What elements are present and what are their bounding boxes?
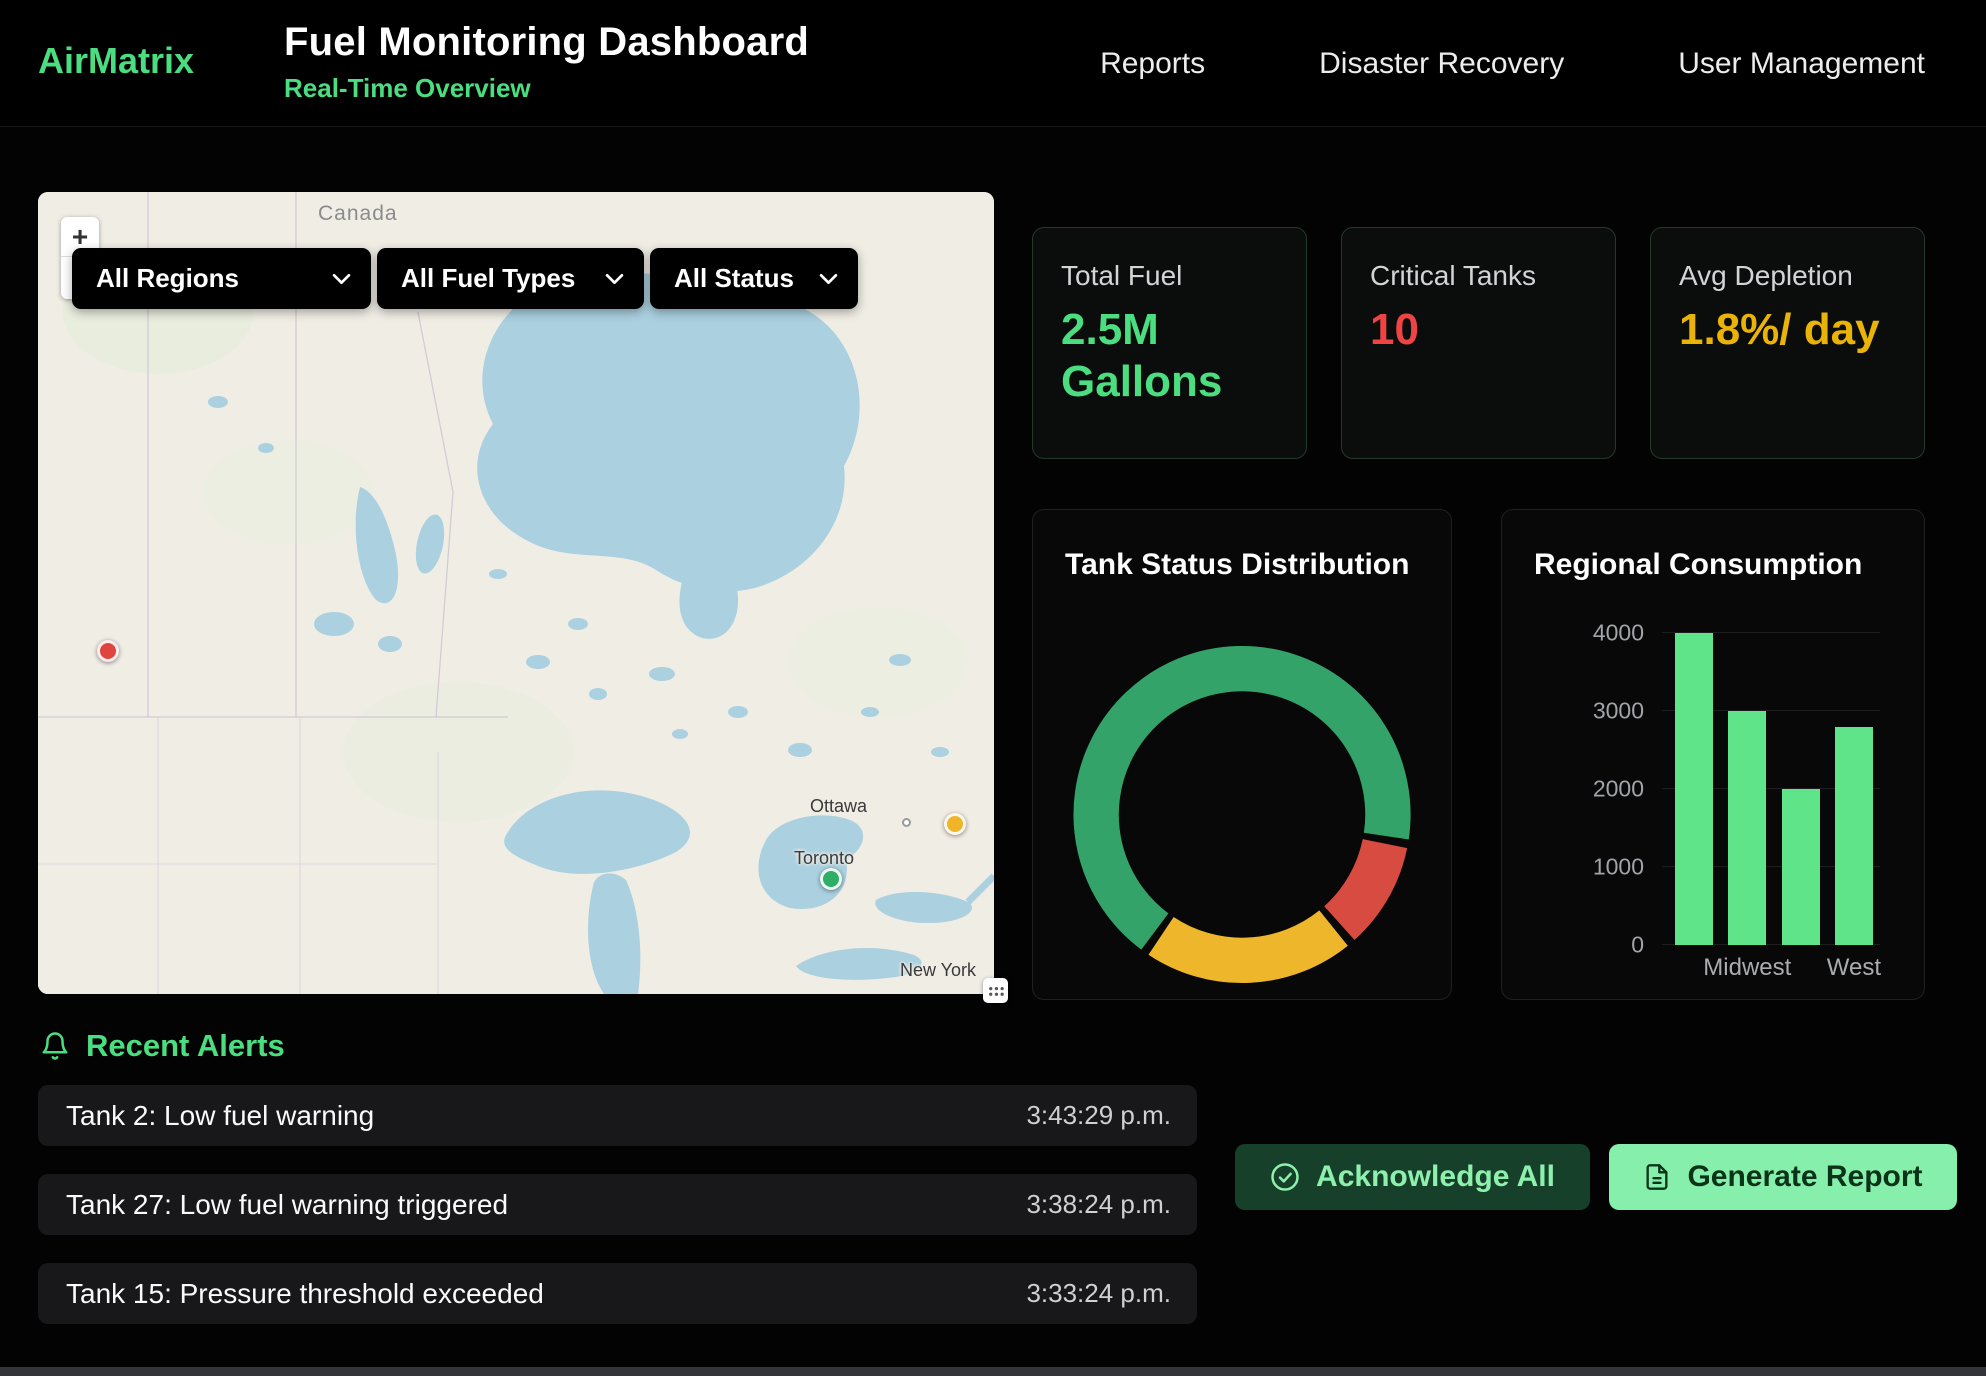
alert-row[interactable]: Tank 2: Low fuel warning 3:43:29 p.m.	[38, 1085, 1197, 1146]
bell-icon	[40, 1031, 70, 1061]
fuel-map[interactable]: + − All Regions All Fuel Types All Statu…	[38, 192, 994, 994]
alert-text: Tank 27: Low fuel warning triggered	[66, 1189, 508, 1221]
stat-card-avg-depletion: Avg Depletion 1.8%/ day	[1650, 227, 1925, 459]
brand-logo: AirMatrix	[38, 40, 194, 82]
alert-time: 3:43:29 p.m.	[1026, 1100, 1171, 1131]
y-tick-label: 4000	[1593, 620, 1644, 647]
main-nav: Reports Disaster Recovery User Managemen…	[1100, 0, 1925, 127]
x-tick-label: Midwest	[1703, 954, 1791, 982]
status-filter-label: All Status	[674, 263, 794, 294]
stat-card-total-fuel: Total Fuel 2.5M Gallons	[1032, 227, 1307, 459]
acknowledge-all-button[interactable]: Acknowledge All	[1235, 1144, 1590, 1210]
check-circle-icon	[1270, 1162, 1300, 1192]
map-marker-warning[interactable]	[944, 813, 966, 835]
y-tick-label: 3000	[1593, 698, 1644, 725]
map-label-new-york: New York	[900, 960, 976, 981]
stats-row: Total Fuel 2.5M Gallons Critical Tanks 1…	[1032, 227, 1925, 459]
tank-status-donut-chart	[1070, 642, 1415, 987]
stat-label: Avg Depletion	[1679, 260, 1896, 292]
bar-chart-y-axis: 01000200030004000	[1502, 633, 1644, 945]
map-resize-handle[interactable]	[983, 978, 1008, 1003]
map-marker-normal[interactable]	[820, 868, 842, 890]
stat-value: 2.5M Gallons	[1061, 304, 1278, 408]
regional-consumption-bar-chart	[1662, 633, 1880, 945]
bar-chart-x-axis: Midwest West	[1662, 954, 1880, 986]
window-footer-strip	[0, 1367, 1986, 1376]
map-label-ottawa: Ottawa	[810, 796, 867, 817]
map-marker-critical[interactable]	[97, 640, 119, 662]
acknowledge-all-label: Acknowledge All	[1316, 1160, 1555, 1194]
y-tick-label: 2000	[1593, 776, 1644, 803]
stat-label: Total Fuel	[1061, 260, 1278, 292]
y-tick-label: 0	[1631, 932, 1644, 959]
map-label-toronto: Toronto	[794, 848, 854, 869]
nav-item-disaster-recovery[interactable]: Disaster Recovery	[1319, 47, 1564, 81]
generate-report-button[interactable]: Generate Report	[1609, 1144, 1957, 1210]
alert-text: Tank 2: Low fuel warning	[66, 1100, 374, 1132]
alert-text: Tank 15: Pressure threshold exceeded	[66, 1278, 544, 1310]
status-filter-dropdown[interactable]: All Status	[650, 248, 858, 309]
map-filter-bar: All Regions All Fuel Types All Status	[72, 248, 858, 309]
chevron-down-icon	[819, 273, 838, 285]
bar-0	[1675, 633, 1713, 945]
page-subtitle: Real-Time Overview	[284, 73, 809, 104]
fuel-types-filter-label: All Fuel Types	[401, 263, 575, 294]
bar-1	[1728, 711, 1766, 945]
bar-3	[1835, 727, 1873, 945]
generate-report-label: Generate Report	[1687, 1160, 1922, 1194]
bar-2	[1782, 789, 1820, 945]
stat-value: 1.8%/ day	[1679, 304, 1896, 356]
page-title: Fuel Monitoring Dashboard	[284, 20, 809, 65]
chevron-down-icon	[332, 273, 351, 285]
alerts-header: Recent Alerts	[40, 1028, 285, 1064]
regions-filter-dropdown[interactable]: All Regions	[72, 248, 371, 309]
hudson-bay-water	[477, 273, 859, 591]
alert-time: 3:33:24 p.m.	[1026, 1278, 1171, 1309]
ottawa-city-dot-icon	[902, 818, 911, 827]
regional-consumption-chart-card: Regional Consumption 0 1000 2000 3000 4000 M…	[1501, 509, 1925, 1000]
regions-filter-label: All Regions	[96, 263, 239, 294]
donut-segment-warning	[1161, 928, 1334, 960]
alert-time: 3:38:24 p.m.	[1026, 1189, 1171, 1220]
map-label-canada: Canada	[318, 202, 398, 226]
title-block: Fuel Monitoring Dashboard Real-Time Over…	[284, 20, 809, 104]
y-tick-label: 1000	[1593, 854, 1644, 881]
stat-label: Critical Tanks	[1370, 260, 1587, 292]
stat-value: 10	[1370, 304, 1587, 356]
fuel-types-filter-dropdown[interactable]: All Fuel Types	[377, 248, 644, 309]
grip-dots-icon	[986, 981, 1005, 1000]
alerts-title: Recent Alerts	[86, 1028, 285, 1064]
alert-row[interactable]: Tank 15: Pressure threshold exceeded 3:3…	[38, 1263, 1197, 1324]
map-canvas	[38, 192, 994, 994]
chevron-down-icon	[605, 273, 624, 285]
app-header: AirMatrix Fuel Monitoring Dashboard Real…	[0, 0, 1986, 127]
chart-title: Tank Status Distribution	[1065, 548, 1409, 582]
x-tick-label: West	[1827, 954, 1881, 982]
stat-card-critical-tanks: Critical Tanks 10	[1341, 227, 1616, 459]
nav-item-user-management[interactable]: User Management	[1678, 47, 1925, 81]
tank-status-chart-card: Tank Status Distribution	[1032, 509, 1452, 1000]
nav-item-reports[interactable]: Reports	[1100, 47, 1205, 81]
document-icon	[1643, 1163, 1671, 1191]
chart-title: Regional Consumption	[1534, 548, 1862, 582]
alert-row[interactable]: Tank 27: Low fuel warning triggered 3:38…	[38, 1174, 1197, 1235]
donut-segment-critical	[1339, 844, 1385, 924]
